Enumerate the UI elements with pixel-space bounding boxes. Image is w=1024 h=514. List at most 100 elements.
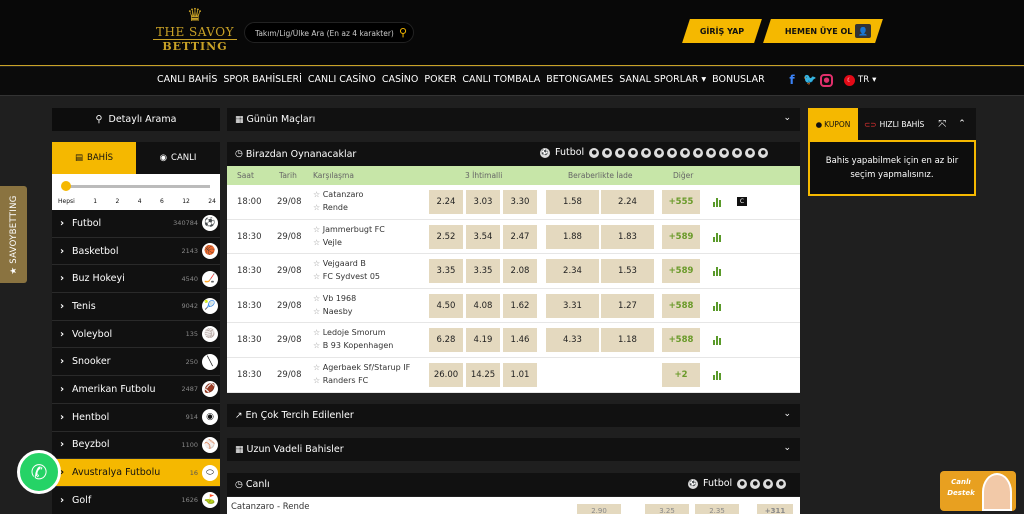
nav-item[interactable]: BONUSLAR [712,74,765,85]
match-teams[interactable]: CatanzaroRende [313,188,364,214]
search-input[interactable] [255,26,395,40]
tab-hizli-bahis[interactable]: ⊂⊃ HIZLI BAHİS [864,120,924,129]
nav-item[interactable]: POKER [424,74,456,85]
odd-home[interactable]: 4.50 [429,293,463,318]
odd-home[interactable]: 2.52 [429,224,463,249]
slider-label[interactable]: 1 [93,198,97,205]
golf-icon[interactable]: ● [732,147,743,158]
badminton-icon[interactable]: ● [745,147,756,158]
odd-home[interactable]: 3.35 [429,259,463,284]
volleyball-icon[interactable]: ● [776,478,787,489]
stats-icon[interactable] [713,266,723,277]
live-odd-3[interactable]: 2.35 [695,504,739,514]
odd-away[interactable]: 3.30 [503,190,537,214]
sidebar-sport-item[interactable]: › Amerikan Futbolu 2487 🏈 [52,376,220,404]
stats-icon[interactable] [713,335,723,346]
match-teams[interactable]: Ledoje SmorumB 93 Kopenhagen [313,326,394,352]
sidebar-sport-item[interactable]: › Tenis 9042 🎾 [52,293,220,321]
section-gunun-maclari[interactable]: ▦ Günün Maçları ⌄ [227,108,800,131]
expand-icon[interactable]: ⤧ [938,119,946,130]
hockey-icon[interactable]: ● [602,147,613,158]
odd-dnb-home[interactable]: 1.58 [546,190,599,214]
more-odds-button[interactable]: +589 [662,259,700,284]
nav-item[interactable]: BETONGAMES [546,74,613,85]
more-odds-button[interactable]: +589 [662,224,700,249]
nav-item[interactable]: CANLI CASİNO [308,74,376,85]
nav-item[interactable]: SPOR BAHİSLERİ [223,74,302,85]
odd-draw[interactable]: 3.54 [466,224,500,249]
live-support-button[interactable]: Canlı Destek [940,471,1016,511]
odd-home[interactable]: 6.28 [429,328,463,353]
slider-label[interactable]: 4 [138,198,142,205]
odd-dnb-away[interactable]: 1.53 [601,259,654,284]
odd-dnb-home[interactable]: 3.31 [546,293,599,318]
odd-dnb-away[interactable]: 2.24 [601,190,654,214]
stats-icon[interactable] [713,301,723,311]
chevron-down-icon[interactable]: ⌄ [783,409,791,419]
odd-draw[interactable]: 3.03 [466,190,500,214]
twitter-icon[interactable]: 🐦 [803,73,817,87]
odd-away[interactable]: 2.08 [503,259,537,284]
tennis-icon[interactable]: ● [615,147,626,158]
odd-home[interactable]: 2.24 [429,190,463,214]
american-football-icon[interactable]: ● [693,147,704,158]
sidebar-sport-item[interactable]: › Hentbol 914 ◉ [52,403,220,432]
slider-handle[interactable] [61,181,71,191]
slider-label[interactable]: 6 [160,198,164,205]
slider-label[interactable]: 12 [182,198,190,205]
match-teams[interactable]: Vejgaard BFC Sydvest 05 [313,257,380,283]
hockey-icon[interactable]: ● [750,478,761,489]
snooker-icon[interactable]: ● [654,147,665,158]
sidebar-sport-item[interactable]: › Beyzbol 1100 ⚾ [52,431,220,460]
basketball-icon[interactable]: ● [589,147,600,158]
odd-dnb-home[interactable]: 4.33 [546,328,599,353]
detailed-search-button[interactable]: ⚲ Detaylı Arama [52,108,220,131]
register-button[interactable]: HEMEN ÜYE OL 👤 [763,19,883,43]
section-en-cok-tercih[interactable]: ↗ En Çok Tercih Edilenler ⌄ [227,404,800,427]
baseball-icon[interactable]: ● [667,147,678,158]
rugby-icon[interactable]: ● [680,147,691,158]
slider-label[interactable]: Hepsi [58,198,75,205]
login-button[interactable]: GİRİŞ YAP [682,19,762,43]
odd-dnb-away[interactable]: 1.83 [601,224,654,249]
tab-canli[interactable]: ◉ CANLI [136,142,220,174]
odd-away[interactable]: 2.47 [503,224,537,249]
slider-track[interactable] [64,185,210,188]
odd-away[interactable]: 1.01 [503,362,537,387]
whatsapp-icon[interactable]: ✆ [17,450,61,494]
odd-dnb-away[interactable]: 1.18 [601,328,654,353]
section-uzun-vadeli[interactable]: ▦ Uzun Vadeli Bahisler ⌄ [227,438,800,461]
sport-filter-label[interactable]: Futbol [703,478,732,489]
chevron-down-icon[interactable]: ⌄ [783,443,791,453]
odd-home[interactable]: 26.00 [429,362,463,387]
sidebar-sport-item[interactable]: › Basketbol 2143 🏀 [52,237,220,266]
more-odds-button[interactable]: +2 [662,362,700,387]
sidebar-sport-item[interactable]: › Voleybol 135 🏐 [52,320,220,349]
savoybetting-side-tab[interactable]: ★ SAVOYBETTING [0,186,27,283]
chevron-up-icon[interactable]: ⌃ [958,119,966,129]
tab-kupon[interactable]: ● KUPON [808,108,858,140]
nav-item[interactable]: CANLI BAHİS [157,74,217,85]
slider-label[interactable]: 24 [208,198,216,205]
odd-away[interactable]: 1.62 [503,293,537,318]
handball-icon[interactable]: ● [641,147,652,158]
odd-draw[interactable]: 3.35 [466,259,500,284]
stats-icon[interactable] [713,197,723,207]
more-odds-button[interactable]: +555 [662,190,700,214]
stats-icon[interactable] [713,370,723,380]
football-icon[interactable]: ⚽ [688,478,698,489]
odd-away[interactable]: 1.46 [503,328,537,353]
sidebar-sport-item[interactable]: › Futbol 340784 ⚽ [52,210,220,238]
nav-item[interactable]: CASİNO [382,74,419,85]
site-logo[interactable]: ♛ THE SAVOY BETTING [153,6,237,62]
odd-dnb-home[interactable]: 2.34 [546,259,599,284]
cricket-icon[interactable]: ● [719,147,730,158]
search-icon[interactable]: ⚲ [399,26,407,39]
odd-draw[interactable]: 4.08 [466,293,500,318]
sidebar-sport-item[interactable]: › Avustralya Futbolu 16 ⬭ [52,459,220,487]
live-odd-2[interactable]: 3.25 [645,504,689,514]
live-more-odds[interactable]: +311 [757,504,793,514]
live-odd-1[interactable]: 2.90 [577,504,621,514]
tennis-icon[interactable]: ● [763,478,774,489]
stats-icon[interactable] [713,232,723,242]
